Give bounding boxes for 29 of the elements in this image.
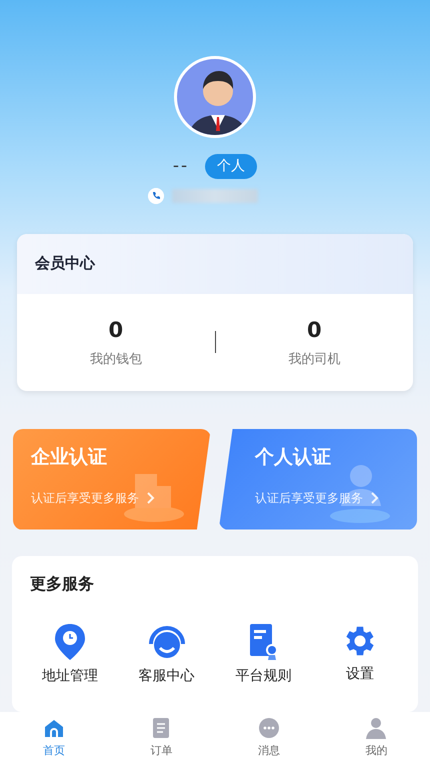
service-item[interactable]: 平台规则 (235, 666, 292, 686)
service-item[interactable]: 客服中心 (138, 666, 195, 686)
home-icon (42, 717, 65, 740)
document-icon (151, 717, 172, 740)
section-title: 会员中心 (35, 254, 95, 272)
stat-value: 0 (306, 316, 322, 344)
stat-label: 我的钱包 (90, 351, 142, 369)
chevron-right-icon (370, 492, 379, 504)
service-item[interactable]: 地址管理 (42, 666, 98, 686)
section-title: 更多服务 (30, 572, 95, 594)
tab-item[interactable]: 订单 (150, 743, 172, 760)
account-type-tag: 个人 (205, 154, 258, 180)
person-icon (365, 717, 388, 740)
card-subtitle: 认证后享受更多服务 (254, 490, 363, 507)
user-name: -- (172, 155, 190, 178)
phone-icon (148, 188, 164, 204)
stat-label: 我的司机 (288, 351, 340, 369)
tab-item[interactable]: 首页 (42, 743, 65, 760)
tab-item[interactable]: 消息 (258, 743, 280, 760)
card-subtitle: 认证后享受更多服务 (31, 490, 139, 507)
tab-item[interactable]: 我的 (365, 743, 388, 760)
certification-card[interactable]: 个人认证 认证后享受更多服务 (218, 428, 417, 530)
location-pin-icon (52, 622, 88, 662)
chevron-right-icon (147, 492, 155, 504)
service-item[interactable]: 设置 (346, 664, 374, 684)
card-title: 个人认证 (254, 444, 332, 470)
stat-value: 0 (108, 316, 124, 344)
card-title: 企业认证 (31, 444, 108, 470)
chat-icon (258, 717, 280, 740)
